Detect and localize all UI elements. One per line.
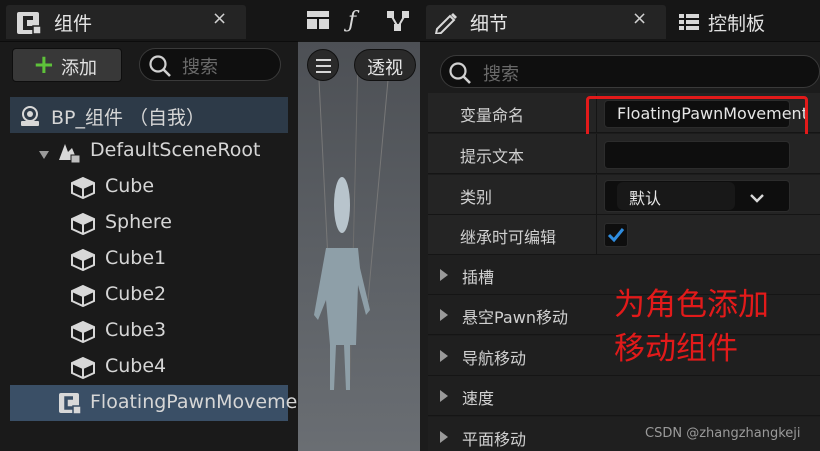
add-component-button[interactable]: + 添加 (12, 48, 122, 82)
control-tab-title: 控制板 (708, 13, 766, 35)
cube-icon (70, 248, 96, 276)
property-category: 类别 默认 (428, 175, 820, 215)
chevron-down-icon[interactable] (749, 189, 765, 208)
components-search-input[interactable]: 搜索 (139, 48, 281, 81)
tree-item-cube4[interactable]: Cube4 (10, 349, 288, 385)
cube-icon (70, 320, 96, 348)
tree-item-label: Cube2 (105, 283, 167, 305)
components-panel: 组件 × + 添加 搜索 BP_组件 （自我） DefaultSceneRoot… (0, 0, 298, 451)
section-label: 平面移动 (462, 430, 527, 449)
tree-item-label: Sphere (105, 211, 172, 233)
chevron-right-icon (440, 269, 448, 281)
property-variable-name: 变量命名 FloatingPawnMovement (428, 93, 820, 139)
chevron-right-icon (440, 431, 448, 443)
component-c-icon (16, 11, 42, 39)
pencil-icon (434, 12, 460, 38)
annotation-line-2: 移动组件 (614, 331, 738, 367)
graph-nodes-icon[interactable] (386, 10, 410, 36)
annotation-highlight-box (586, 96, 808, 139)
cube-icon (70, 284, 96, 312)
search-icon (448, 61, 474, 89)
chevron-right-icon (440, 390, 448, 402)
editable-inherit-checkbox[interactable] (604, 223, 628, 247)
search-icon (148, 54, 174, 82)
checkmark-icon (605, 228, 627, 250)
plus-icon: + (33, 50, 55, 80)
close-icon[interactable]: × (212, 8, 227, 29)
viewport-menu-button[interactable] (307, 49, 339, 81)
property-editable-on-inherit: 继承时可编辑 (428, 215, 820, 255)
watermark: CSDN @zhangzhangkeji (645, 426, 801, 441)
component-c-icon (58, 392, 82, 420)
category-dropdown[interactable]: 默认 (604, 180, 790, 212)
chevron-right-icon (440, 309, 448, 321)
annotation-line-1: 为角色添加 (614, 287, 769, 323)
tree-item-sphere[interactable]: Sphere (10, 205, 288, 241)
function-icon[interactable]: ƒ (348, 8, 356, 33)
section-label: 导航移动 (462, 349, 527, 368)
tree-item-label: Cube3 (105, 319, 167, 341)
tree-item-floating-pawn-movement[interactable]: FloatingPawnMoveme (10, 385, 297, 421)
property-label: 继承时可编辑 (460, 228, 557, 247)
tab-control-panel[interactable]: 控制板 (674, 5, 814, 39)
annotation-text: 为角色添加 移动组件 (614, 283, 769, 371)
viewport[interactable]: ƒ 透视 (298, 0, 420, 451)
list-table-icon (678, 13, 700, 35)
search-placeholder: 搜索 (483, 64, 519, 85)
perspective-label: 透视 (367, 58, 403, 79)
layout-grid-icon[interactable] (306, 10, 330, 34)
tree-item-cube3[interactable]: Cube3 (10, 313, 288, 349)
tree-item-cube[interactable]: Cube (10, 169, 288, 205)
details-panel-header: 细节 × 控制板 (420, 0, 820, 42)
tree-item-bp-self[interactable]: BP_组件 （自我） (10, 97, 288, 133)
tree-item-label: BP_组件 （自我） (51, 107, 206, 129)
cube-icon (70, 212, 96, 240)
tab-details[interactable]: 细节 × (426, 5, 666, 39)
property-label: 类别 (460, 188, 493, 207)
tree-item-label: Cube1 (105, 247, 167, 269)
property-label: 变量命名 (460, 106, 525, 125)
components-panel-header: 组件 × (0, 0, 298, 42)
tree-item-default-scene-root[interactable]: DefaultSceneRoot (10, 133, 288, 169)
details-tab-title: 细节 (470, 13, 509, 35)
section-label: 悬空Pawn移动 (462, 308, 568, 327)
tree-item-cube1[interactable]: Cube1 (10, 241, 288, 277)
details-panel: 细节 × 控制板 搜索 变量命名 FloatingPawnMovement 提示… (420, 0, 820, 451)
property-tooltip: 提示文本 (428, 134, 820, 174)
category-value: 默认 (629, 189, 662, 208)
blueprint-self-icon (18, 104, 42, 132)
chevron-down-icon[interactable] (38, 145, 50, 164)
tree-item-label: FloatingPawnMoveme (90, 391, 298, 413)
details-search-input[interactable]: 搜索 (440, 55, 820, 88)
scene-root-icon (56, 140, 82, 168)
perspective-button[interactable]: 透视 (354, 49, 416, 81)
chevron-right-icon (440, 350, 448, 362)
tree-item-label: Cube4 (105, 355, 167, 377)
add-button-label: 添加 (61, 58, 97, 79)
tree-item-label: Cube (105, 175, 155, 197)
section-label: 插槽 (462, 268, 495, 287)
tooltip-field[interactable] (604, 141, 790, 169)
category-combo[interactable]: 默认 (617, 182, 735, 210)
viewport-toolbar: ƒ (298, 0, 420, 42)
property-label: 提示文本 (460, 147, 525, 166)
tree-item-label: DefaultSceneRoot (90, 139, 261, 161)
search-placeholder: 搜索 (182, 57, 218, 78)
section-velocity[interactable]: 速度 (428, 376, 820, 416)
components-tab-title: 组件 (54, 13, 93, 35)
tree-item-cube2[interactable]: Cube2 (10, 277, 288, 313)
cube-icon (70, 176, 96, 204)
close-icon[interactable]: × (632, 8, 647, 29)
section-label: 速度 (462, 389, 495, 408)
tab-components[interactable]: 组件 × (6, 5, 246, 39)
cube-icon (70, 356, 96, 384)
